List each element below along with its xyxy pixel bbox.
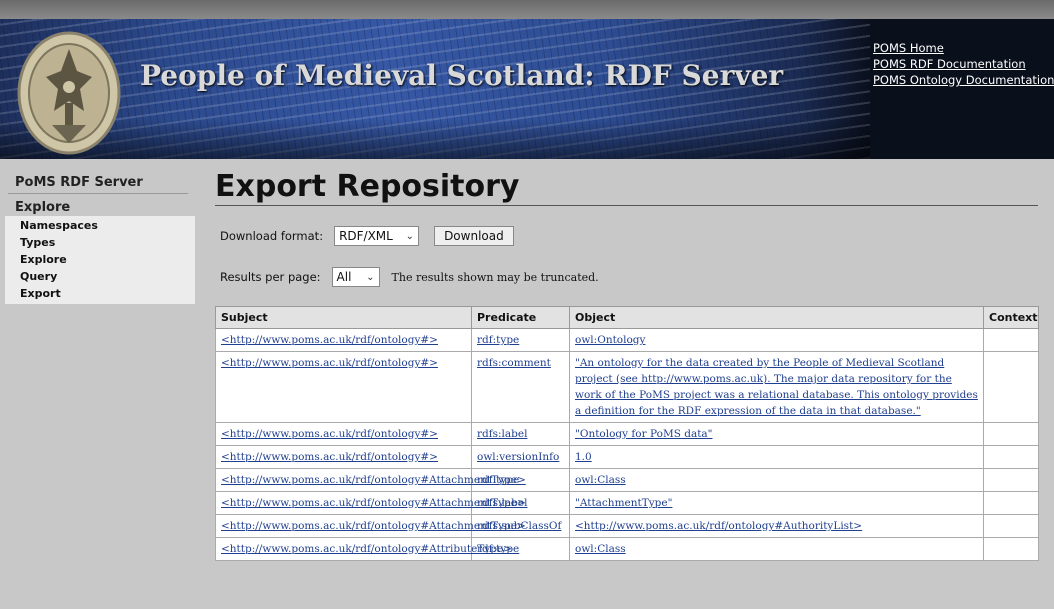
cell-subject: <http://www.poms.ac.uk/rdf/ontology#> xyxy=(215,445,472,469)
object-link[interactable]: <http://www.poms.ac.uk/rdf/ontology#Auth… xyxy=(575,520,862,532)
sidebar-item-query[interactable]: Query xyxy=(5,268,195,285)
predicate-link[interactable]: rdf:type xyxy=(477,474,519,486)
table-row: <http://www.poms.ac.uk/rdf/ontology#> rdf… xyxy=(215,328,1039,352)
table-row: <http://www.poms.ac.uk/rdf/ontology#Atta… xyxy=(215,468,1039,492)
object-link[interactable]: owl:Ontology xyxy=(575,334,645,346)
cell-predicate: rdfs:label xyxy=(471,491,570,515)
object-link[interactable]: 1.0 xyxy=(575,451,592,463)
results-per-page-row: Results per page: All ⌄ The results show… xyxy=(220,267,599,287)
sidebar-heading[interactable]: PoMS RDF Server xyxy=(15,175,143,190)
cell-subject: <http://www.poms.ac.uk/rdf/ontology#Attr… xyxy=(215,537,512,561)
cell-object: "An ontology for the data created by the… xyxy=(569,351,984,423)
column-header-predicate: Predicate xyxy=(471,306,570,329)
results-per-page-value: All xyxy=(336,270,352,284)
subject-link[interactable]: <http://www.poms.ac.uk/rdf/ontology#Attr… xyxy=(221,543,512,555)
cell-context xyxy=(983,514,1039,538)
cell-object: owl:Class xyxy=(569,537,984,561)
sidebar-item-export[interactable]: Export xyxy=(5,285,195,302)
cell-predicate: owl:versionInfo xyxy=(471,445,570,469)
object-link[interactable]: "AttachmentType" xyxy=(575,497,672,509)
subject-link[interactable]: <http://www.poms.ac.uk/rdf/ontology#> xyxy=(221,451,438,463)
cell-object: "Ontology for PoMS data" xyxy=(569,422,984,446)
predicate-link[interactable]: rdfs:label xyxy=(477,428,527,440)
column-header-object: Object xyxy=(569,306,984,329)
cell-object: owl:Class xyxy=(569,468,984,492)
column-header-context: Context xyxy=(983,306,1039,329)
table-row: <http://www.poms.ac.uk/rdf/ontology#> owl… xyxy=(215,445,1039,469)
table-header-row: Subject Predicate Object Context xyxy=(215,306,1039,329)
truncation-note: The results shown may be truncated. xyxy=(391,270,599,284)
table-row: <http://www.poms.ac.uk/rdf/ontology#> rdf… xyxy=(215,422,1039,446)
object-link[interactable]: owl:Class xyxy=(575,543,626,555)
sidebar-item-explore[interactable]: Explore xyxy=(5,251,195,268)
predicate-link[interactable]: rdfs:comment xyxy=(477,357,551,369)
top-bar xyxy=(0,0,1054,19)
sidebar-section-explore: Explore xyxy=(15,200,71,215)
poms-rdf-docs-link[interactable]: POMS RDF Documentation xyxy=(873,56,1054,72)
header-links: POMS Home POMS RDF Documentation POMS On… xyxy=(873,40,1054,88)
poms-home-link[interactable]: POMS Home xyxy=(873,40,1054,56)
site-banner: People of Medieval Scotland: RDF Server … xyxy=(0,19,1054,159)
object-link[interactable]: owl:Class xyxy=(575,474,626,486)
cell-context xyxy=(983,537,1039,561)
subject-link[interactable]: <http://www.poms.ac.uk/rdf/ontology#> xyxy=(221,428,438,440)
cell-predicate: rdfs:comment xyxy=(471,351,570,423)
subject-link[interactable]: <http://www.poms.ac.uk/rdf/ontology#> xyxy=(221,357,438,369)
cell-subject: <http://www.poms.ac.uk/rdf/ontology#> xyxy=(215,422,472,446)
page-title: Export Repository xyxy=(215,169,520,204)
cell-object: 1.0 xyxy=(569,445,984,469)
predicate-link[interactable]: rdfs:label xyxy=(477,497,527,509)
results-per-page-label: Results per page: xyxy=(220,270,321,284)
cell-subject: <http://www.poms.ac.uk/rdf/ontology#> xyxy=(215,328,472,352)
cell-context xyxy=(983,328,1039,352)
cell-object: "AttachmentType" xyxy=(569,491,984,515)
cell-predicate: rdfs:subClassOf xyxy=(471,514,570,538)
cell-subject: <http://www.poms.ac.uk/rdf/ontology#Atta… xyxy=(215,468,526,492)
download-button[interactable]: Download xyxy=(434,226,514,246)
cell-context xyxy=(983,445,1039,469)
predicate-link[interactable]: owl:versionInfo xyxy=(477,451,559,463)
table-row: <http://www.poms.ac.uk/rdf/ontology#> rdf… xyxy=(215,351,1039,423)
chevron-down-icon: ⌄ xyxy=(405,230,415,242)
subject-link[interactable]: <http://www.poms.ac.uk/rdf/ontology#> xyxy=(221,334,438,346)
cell-subject: <http://www.poms.ac.uk/rdf/ontology#> xyxy=(215,351,472,423)
cell-context xyxy=(983,468,1039,492)
site-title: People of Medieval Scotland: RDF Server xyxy=(140,59,784,92)
download-format-label: Download format: xyxy=(220,229,324,243)
column-header-subject: Subject xyxy=(215,306,472,329)
download-format-value: RDF/XML xyxy=(339,229,393,243)
cell-context xyxy=(983,491,1039,515)
table-row: <http://www.poms.ac.uk/rdf/ontology#Attr… xyxy=(215,537,1039,561)
cell-subject: <http://www.poms.ac.uk/rdf/ontology#Atta… xyxy=(215,514,526,538)
cell-subject: <http://www.poms.ac.uk/rdf/ontology#Atta… xyxy=(215,491,526,515)
predicate-link[interactable]: rdf:type xyxy=(477,334,519,346)
cell-object: owl:Ontology xyxy=(569,328,984,352)
sidebar-item-namespaces[interactable]: Namespaces xyxy=(5,217,195,234)
predicate-link[interactable]: rdfs:subClassOf xyxy=(477,520,561,532)
chevron-down-icon: ⌄ xyxy=(366,271,375,283)
cell-predicate: rdfs:label xyxy=(471,422,570,446)
table-row: <http://www.poms.ac.uk/rdf/ontology#Atta… xyxy=(215,514,1039,538)
results-table: Subject Predicate Object Context <http:/… xyxy=(215,306,1039,561)
sidebar-item-types[interactable]: Types xyxy=(5,234,195,251)
download-format-select[interactable]: RDF/XML ⌄ xyxy=(334,226,420,246)
cell-predicate: rdf:type xyxy=(471,328,570,352)
cell-context xyxy=(983,351,1039,423)
poms-ontology-docs-link[interactable]: POMS Ontology Documentation xyxy=(873,72,1054,88)
medieval-seal-logo xyxy=(17,31,121,155)
results-per-page-select[interactable]: All ⌄ xyxy=(331,267,380,287)
download-format-row: Download format: RDF/XML ⌄ Download xyxy=(220,226,514,246)
object-link[interactable]: "Ontology for PoMS data" xyxy=(575,428,713,440)
cell-predicate: rdf:type xyxy=(471,537,570,561)
predicate-link[interactable]: rdf:type xyxy=(477,543,519,555)
sidebar-menu: Namespaces Types Explore Query Export xyxy=(5,216,195,304)
cell-context xyxy=(983,422,1039,446)
object-link[interactable]: "An ontology for the data created by the… xyxy=(575,357,978,417)
cell-object: <http://www.poms.ac.uk/rdf/ontology#Auth… xyxy=(569,514,984,538)
table-row: <http://www.poms.ac.uk/rdf/ontology#Atta… xyxy=(215,491,1039,515)
